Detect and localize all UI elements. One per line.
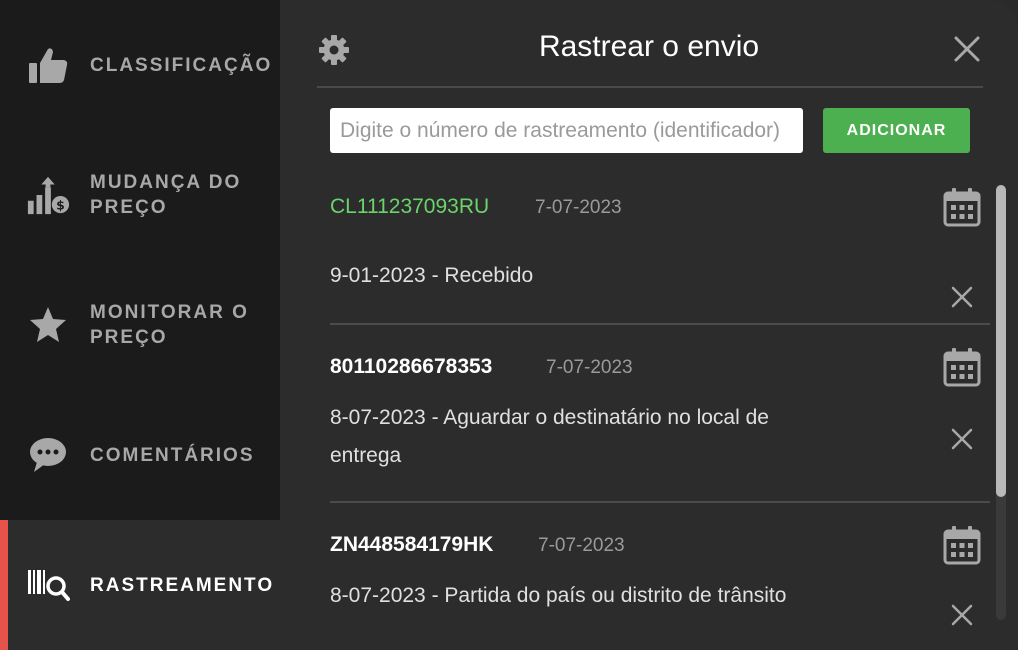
sidebar-item-rastreamento[interactable]: RASTREAMENTO <box>0 520 280 650</box>
tracking-number-input[interactable] <box>330 108 803 153</box>
thumbs-up-icon <box>26 43 70 87</box>
sidebar-item-label: COMENTÁRIOS <box>90 444 255 466</box>
shipment-status: 9-01-2023 - Recebido <box>330 264 534 287</box>
list-divider <box>330 501 990 503</box>
calendar-icon[interactable] <box>943 525 981 565</box>
delete-icon[interactable] <box>948 283 976 311</box>
sidebar-item-mudanca-do-preco[interactable]: $ MUDANÇA DO PREÇO <box>0 130 280 260</box>
delete-icon[interactable] <box>948 425 976 453</box>
tracking-panel: Rastrear o envio ADICIONAR CL111237093RU… <box>280 0 1018 650</box>
added-date: 7-07-2023 <box>538 535 625 556</box>
sidebar-item-label: MUDANÇA DO PREÇO <box>90 172 242 218</box>
sidebar-item-monitorar-o-preco[interactable]: MONITORAR O PREÇO <box>0 260 280 390</box>
sidebar-item-classificacao[interactable]: CLASSIFICAÇÃO <box>0 0 280 130</box>
sidebar-item-label: RASTREAMENTO <box>90 574 275 596</box>
header-divider <box>317 86 983 88</box>
delete-icon[interactable] <box>948 601 976 629</box>
sidebar-item-label: CLASSIFICAÇÃO <box>90 54 273 76</box>
sidebar: CLASSIFICAÇÃO $ MUDANÇA DO PREÇO MONITOR… <box>0 0 280 650</box>
added-date: 7-07-2023 <box>546 357 633 378</box>
shipment-list: CL111237093RU 7-07-2023 9-01-2023 - Rece… <box>330 175 990 650</box>
star-icon <box>26 303 70 347</box>
sidebar-item-comentarios[interactable]: COMENTÁRIOS <box>0 390 280 520</box>
svg-text:$: $ <box>56 197 65 212</box>
close-icon[interactable] <box>952 34 982 64</box>
shipment-status: 8-07-2023 - Partida do país ou distrito … <box>330 584 787 607</box>
calendar-icon[interactable] <box>943 347 981 387</box>
shipment-status: 8-07-2023 - Aguardar o destinatário no l… <box>330 406 769 467</box>
tracking-number[interactable]: CL111237093RU <box>330 195 489 219</box>
comment-icon <box>26 433 70 477</box>
page-title: Rastrear o envio <box>538 30 760 63</box>
calendar-icon[interactable] <box>943 187 981 227</box>
added-date: 7-07-2023 <box>535 197 622 218</box>
barcode-search-icon <box>26 563 70 607</box>
scrollbar-thumb[interactable] <box>996 185 1006 497</box>
add-button[interactable]: ADICIONAR <box>823 108 970 153</box>
list-divider <box>330 323 990 325</box>
tracking-number[interactable]: 80110286678353 <box>330 355 492 379</box>
app-window: CLASSIFICAÇÃO $ MUDANÇA DO PREÇO MONITOR… <box>0 0 1018 650</box>
tracking-number[interactable]: ZN448584179HK <box>330 533 493 557</box>
price-chart-icon: $ <box>26 173 70 217</box>
sidebar-item-label: MONITORAR O PREÇO <box>90 302 249 348</box>
